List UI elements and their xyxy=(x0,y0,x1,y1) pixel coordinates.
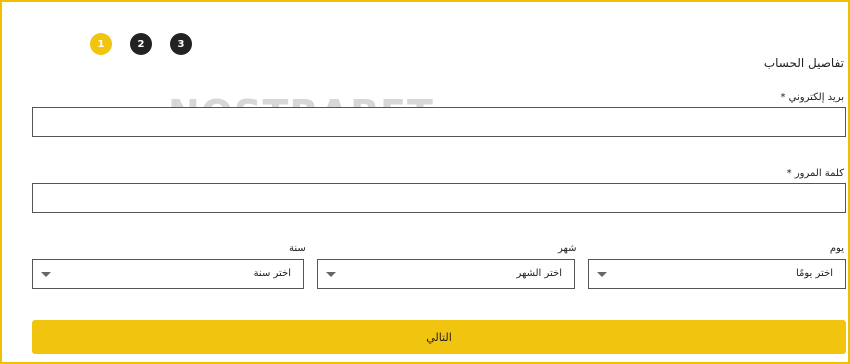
year-label: سنة xyxy=(289,243,306,254)
day-select[interactable]: اختر يومًا xyxy=(588,259,846,289)
step-indicator: 1 2 3 xyxy=(90,33,192,55)
day-label: يوم xyxy=(829,243,844,254)
chevron-down-icon xyxy=(597,272,607,277)
step-3: 3 xyxy=(170,33,192,55)
chevron-down-icon xyxy=(326,272,336,277)
month-label: شهر xyxy=(558,243,577,254)
step-2: 2 xyxy=(130,33,152,55)
month-select[interactable]: اختر الشهر xyxy=(317,259,575,289)
chevron-down-icon xyxy=(41,272,51,277)
email-label: بريد إلكتروني * xyxy=(780,92,844,103)
year-select-value: اختر سنة xyxy=(253,268,291,279)
password-field[interactable] xyxy=(32,183,846,213)
step-1: 1 xyxy=(90,33,112,55)
year-select[interactable]: اختر سنة xyxy=(32,259,304,289)
section-title: تفاصيل الحساب xyxy=(763,56,844,70)
email-field[interactable] xyxy=(32,107,846,137)
next-button[interactable]: التالي xyxy=(32,320,846,354)
month-select-value: اختر الشهر xyxy=(516,268,562,279)
day-select-value: اختر يومًا xyxy=(795,268,833,279)
password-label: كلمة المرور * xyxy=(786,168,844,179)
